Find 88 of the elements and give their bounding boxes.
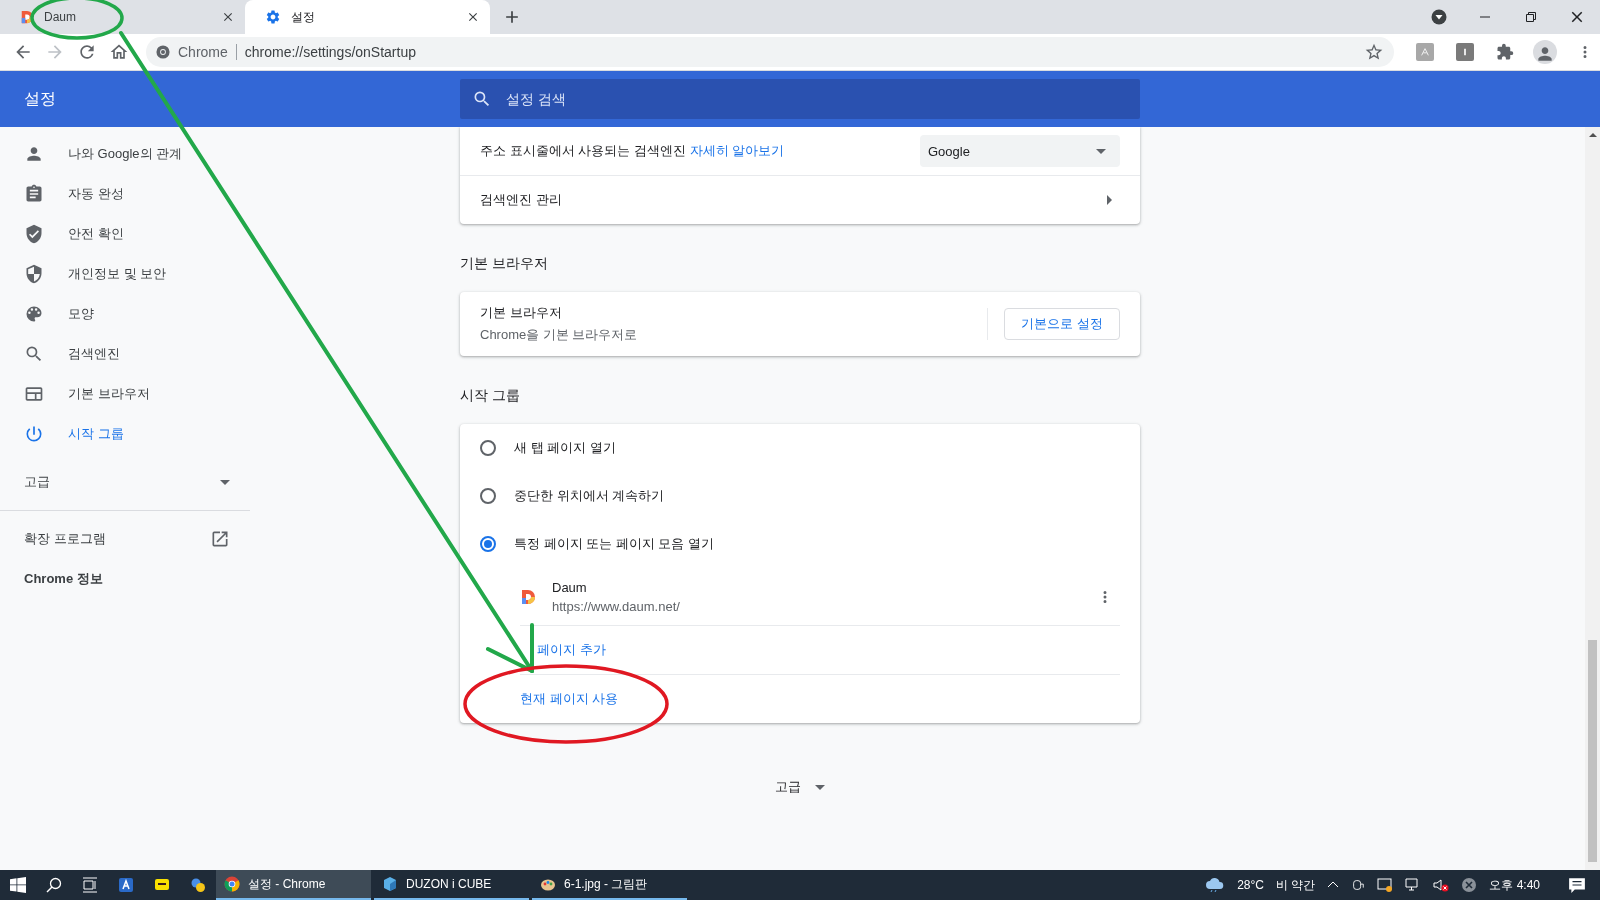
section-heading: 시작 그룹 [460, 387, 520, 403]
sidebar-item[interactable]: 개인정보 및 보안 [0, 254, 250, 294]
app-icon[interactable] [118, 877, 134, 893]
scrollbar[interactable] [1585, 127, 1600, 870]
cube-icon [382, 876, 398, 892]
profile-avatar[interactable] [1533, 40, 1557, 64]
sidebar-item[interactable]: 기본 브라우저 [0, 374, 250, 414]
submenu-row[interactable]: 검색엔진 관리 [460, 175, 1140, 224]
chat-bubble-icon[interactable] [154, 877, 170, 893]
site-label: Chrome [178, 44, 228, 60]
browser-window-icon [24, 384, 44, 404]
search-engine-dropdown[interactable]: Google [920, 135, 1120, 167]
radio-label: 중단한 위치에서 계속하기 [514, 487, 665, 505]
radio-button[interactable] [480, 440, 496, 456]
setting-label: 주소 표시줄에서 사용되는 검색엔진 [480, 142, 686, 160]
tab-search-icon[interactable] [1431, 9, 1447, 25]
daum-logo-icon [520, 588, 536, 605]
clock-text[interactable]: 오후 4:40 [1489, 876, 1540, 894]
radio-label: 새 탭 페이지 열기 [514, 439, 616, 457]
open-external-icon [210, 529, 230, 549]
speaker-muted-icon[interactable] [1433, 877, 1450, 893]
home-icon[interactable] [109, 42, 129, 62]
shield-icon [24, 264, 44, 284]
puzzle-icon[interactable] [1496, 43, 1514, 61]
notification-icon[interactable] [1568, 876, 1586, 894]
address-bar[interactable]: Chrome chrome://settings/onStartup [146, 37, 1394, 67]
learn-more-link[interactable]: 자세히 알아보기 [689, 142, 785, 160]
setting-label: 기본 브라우저 [480, 304, 563, 322]
tab-close-icon[interactable] [466, 10, 480, 24]
advanced-button[interactable]: 고급 [763, 771, 837, 803]
sidebar-item[interactable]: 나와 Google의 관계 [0, 134, 250, 174]
sidebar-item[interactable]: 자동 완성 [0, 174, 250, 214]
caret-icon [1096, 148, 1106, 154]
chrome-logo-icon [224, 876, 240, 892]
radio-button[interactable] [480, 488, 496, 504]
restore-icon[interactable] [1525, 11, 1537, 23]
section-heading: 기본 브라우저 [460, 255, 548, 271]
caret-icon [815, 784, 825, 790]
shield-check-icon [24, 224, 44, 244]
reload-icon[interactable] [77, 42, 97, 62]
page-title: 설정 [24, 89, 56, 107]
gear-icon [265, 9, 281, 25]
taskbar-app[interactable]: 설정 - Chrome [216, 870, 371, 900]
taskbar-app[interactable]: 6-1.jpg - 그림판 [532, 870, 687, 900]
search-field[interactable]: 설정 검색 [460, 79, 1140, 119]
page-name: Daum [552, 579, 588, 595]
taskbar-app[interactable]: DUZON i CUBE [374, 870, 529, 900]
browser-tab[interactable]: 설정 [245, 0, 490, 34]
daum-logo-icon [20, 10, 34, 24]
scroll-up-arrow-icon[interactable] [1588, 133, 1597, 137]
task-view-icon[interactable] [82, 877, 98, 893]
close-circle-icon[interactable] [1461, 877, 1478, 893]
temperature-text: 28°C [1237, 878, 1264, 892]
sidebar-link[interactable]: 확장 프로그램 [0, 519, 250, 559]
weather-text: 비 약간 [1275, 876, 1316, 894]
windows-start-icon[interactable] [10, 877, 26, 893]
scrollbar-thumb[interactable] [1588, 640, 1597, 862]
bookmark-star-icon[interactable] [1364, 42, 1384, 62]
palette-icon [24, 304, 44, 324]
url-text: chrome://settings/onStartup [244, 44, 417, 60]
radio-button[interactable] [480, 536, 496, 552]
power-icon [24, 424, 44, 444]
tab-close-icon[interactable] [221, 10, 235, 24]
tray-icon[interactable] [1377, 877, 1394, 893]
app-icon[interactable] [190, 877, 206, 893]
action-link[interactable]: 페이지 추가 [537, 642, 606, 657]
sidebar-link[interactable]: Chrome 정보 [0, 559, 250, 599]
setting-description: Chrome을 기본 브라우저로 [480, 326, 639, 344]
radio-label: 특정 페이지 또는 페이지 모음 열기 [514, 535, 715, 553]
extension-icon[interactable] [1456, 43, 1474, 61]
search-icon[interactable] [46, 877, 62, 893]
sidebar-item[interactable]: 안전 확인 [0, 214, 250, 254]
clipboard-icon [24, 184, 44, 204]
caret-icon [220, 479, 230, 485]
cloud-rain-icon [1205, 877, 1226, 893]
action-link[interactable]: 현재 페이지 사용 [520, 691, 619, 706]
sidebar-item[interactable]: 모양 [0, 294, 250, 334]
tray-icon[interactable] [1351, 878, 1366, 892]
caret-right-icon [1107, 195, 1112, 205]
search-icon [24, 344, 44, 364]
page-url: https://www.daum.net/ [552, 598, 681, 614]
browser-tab[interactable]: Daum [0, 0, 245, 34]
set-default-button[interactable]: 기본으로 설정 [1004, 308, 1120, 340]
advanced-toggle[interactable]: 고급 [0, 462, 250, 502]
search-icon [472, 89, 492, 109]
sidebar-item[interactable]: 시작 그룹 [0, 414, 250, 454]
sidebar-item[interactable]: 검색엔진 [0, 334, 250, 374]
chrome-logo-icon [156, 45, 170, 59]
